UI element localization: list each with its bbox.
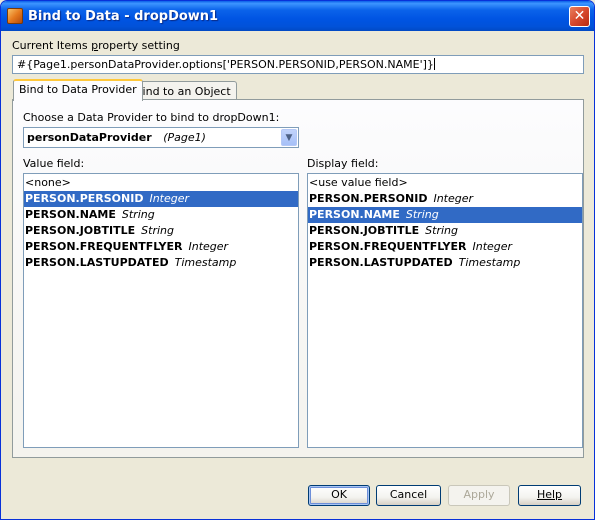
tab-bind-to-data-provider[interactable]: Bind to Data Provider — [13, 79, 143, 101]
list-item[interactable]: <none> — [24, 175, 298, 191]
list-item[interactable]: PERSON.PERSONID Integer — [24, 191, 298, 207]
close-icon: ✕ — [573, 8, 586, 24]
field-type: Integer — [472, 240, 513, 253]
list-item[interactable]: PERSON.NAME String — [24, 207, 298, 223]
list-item[interactable]: <use value field> — [308, 175, 582, 191]
selected-provider-name: personDataProvider — [27, 131, 152, 144]
list-item[interactable]: PERSON.FREQUENTFLYER Integer — [24, 239, 298, 255]
field-name: PERSON.LASTUPDATED — [25, 256, 169, 269]
data-provider-select[interactable]: personDataProvider (Page1) ▼ — [23, 127, 299, 148]
field-type: Timestamp — [458, 256, 521, 269]
property-setting-value: #{Page1.personDataProvider.options['PERS… — [17, 58, 434, 71]
list-item[interactable]: PERSON.LASTUPDATED Timestamp — [308, 255, 582, 271]
close-button[interactable]: ✕ — [569, 6, 590, 27]
list-item[interactable]: PERSON.LASTUPDATED Timestamp — [24, 255, 298, 271]
field-type: Integer — [149, 192, 190, 205]
field-name: PERSON.FREQUENTFLYER — [309, 240, 467, 253]
title-bar[interactable]: Bind to Data - dropDown1 ✕ — [1, 1, 594, 31]
list-item[interactable]: PERSON.PERSONID Integer — [308, 191, 582, 207]
list-item[interactable]: PERSON.NAME String — [308, 207, 582, 223]
field-name: <none> — [25, 176, 71, 189]
bind-to-data-dialog: Bind to Data - dropDown1 ✕ Current Items… — [0, 0, 595, 520]
ok-button[interactable]: OK — [308, 485, 370, 506]
field-type: String — [141, 224, 174, 237]
field-type: String — [405, 208, 439, 221]
field-name: PERSON.JOBTITLE — [309, 224, 420, 237]
field-name: PERSON.LASTUPDATED — [309, 256, 453, 269]
cancel-button[interactable]: Cancel — [376, 485, 441, 506]
field-name: PERSON.PERSONID — [25, 192, 144, 205]
property-setting-field[interactable]: #{Page1.personDataProvider.options['PERS… — [12, 55, 584, 74]
selected-provider-page: (Page1) — [163, 131, 206, 144]
app-icon — [7, 8, 23, 24]
field-type: Timestamp — [174, 256, 237, 269]
field-name: PERSON.JOBTITLE — [25, 224, 136, 237]
field-type: Integer — [188, 240, 229, 253]
list-item[interactable]: PERSON.JOBTITLE String — [308, 223, 582, 239]
tab-bind-to-an-object[interactable]: Bind to an Object — [129, 81, 237, 101]
value-field-list[interactable]: <none> PERSON.PERSONID Integer PERSON.NAME S… — [23, 173, 299, 448]
list-item[interactable]: PERSON.JOBTITLE String — [24, 223, 298, 239]
data-provider-label: Choose a Data Provider to bind to dropDo… — [23, 111, 280, 124]
tab-label: Bind to an Object — [135, 85, 231, 98]
text-caret — [433, 58, 435, 70]
help-label: Help — [536, 488, 563, 501]
window-title: Bind to Data - dropDown1 — [28, 9, 219, 24]
field-type: String — [121, 208, 155, 221]
field-name: PERSON.PERSONID — [309, 192, 428, 205]
display-field-label: Display field: — [307, 157, 379, 170]
field-type: String — [425, 224, 458, 237]
arrow-glyph: ▼ — [285, 133, 293, 143]
field-name: PERSON.NAME — [25, 208, 116, 221]
property-setting-label: Current Items property setting — [12, 39, 180, 52]
tab-label: Bind to Data Provider — [19, 83, 137, 96]
value-field-label: Value field: — [23, 157, 85, 170]
list-item[interactable]: PERSON.FREQUENTFLYER Integer — [308, 239, 582, 255]
field-name: PERSON.NAME — [309, 208, 400, 221]
apply-button[interactable]: Apply — [448, 485, 510, 506]
field-type: Integer — [433, 192, 474, 205]
chevron-down-icon[interactable]: ▼ — [281, 129, 297, 146]
field-name: <use value field> — [309, 176, 408, 189]
help-button[interactable]: Help — [518, 485, 581, 506]
display-field-list[interactable]: <use value field> PERSON.PERSONID Integer P… — [307, 173, 583, 448]
field-name: PERSON.FREQUENTFLYER — [25, 240, 183, 253]
